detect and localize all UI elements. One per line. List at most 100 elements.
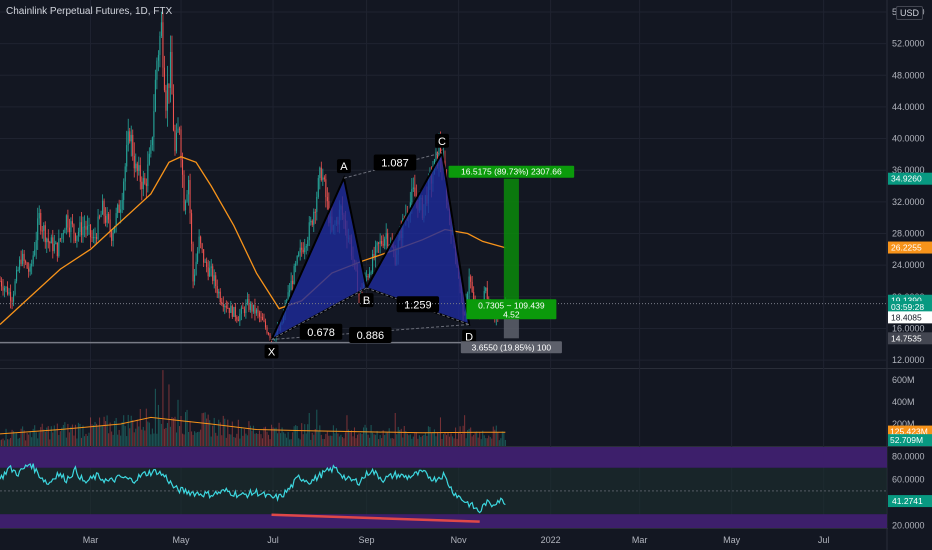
candle-body [94,237,96,239]
volume-bar [449,436,451,446]
volume-bar [185,412,187,446]
candle-body [148,153,150,165]
volume-bar [373,434,375,446]
volume-bar [254,433,256,446]
volume-bar [292,432,294,446]
candle-body [100,214,102,217]
candle-body [44,225,46,243]
volume-bar [76,438,78,446]
volume-bar [61,427,63,446]
volume-bar [201,413,203,446]
volume-bar [343,438,345,446]
volume-bar [148,422,150,446]
volume-bar [237,419,239,446]
candle-body [65,215,67,230]
volume-bar [156,433,158,446]
symbol-title[interactable]: Chainlink Perpetual Futures, 1D, FTX [6,6,172,17]
candle-body [228,307,230,313]
volume-bar [363,427,365,446]
candle-body [195,261,197,275]
chart-canvas[interactable]: MarMayJulSepNov2022MarMayJul56.000052.00… [0,0,932,550]
volume-bar [405,431,407,446]
candle-body [165,90,167,111]
volume-bar [402,437,404,446]
volume-bar [352,436,354,446]
volume-bar [198,431,200,446]
rsi-axis-label: 80.0000 [892,451,925,461]
candle-body [120,209,122,213]
candle-body [129,131,131,142]
volume-bar [495,425,497,446]
candle-body [201,243,203,250]
volume-bar [473,434,475,446]
candle-body [486,287,488,299]
candle-body [485,287,487,292]
candle-body [314,211,316,213]
candle-body [381,241,383,244]
candle-body [212,266,214,281]
volume-bar [34,425,36,446]
currency-label[interactable]: USD [896,6,924,20]
time-axis-label: May [173,535,191,545]
candle-body [41,230,43,232]
candle-body [126,145,128,167]
volume-axis-label: 400M [892,397,915,407]
target-label: 16.5175 (89.73%) 2307.66 [461,167,562,177]
volume-bar [25,440,27,446]
volume-bar [337,433,339,446]
volume-bar [394,413,396,446]
candle-body [468,276,470,294]
rsi-axis-label: 60.0000 [892,474,925,484]
time-axis-label: Jul [818,535,830,545]
volume-bar [452,436,454,446]
volume-bar [455,427,457,446]
candle-body [99,216,101,218]
volume-bar [239,438,241,446]
volume-bar [308,413,310,446]
volume-bar [370,424,372,446]
volume-bar [3,440,6,446]
volume-bar [88,432,90,446]
volume-bar [163,428,165,446]
candle-body [191,213,193,244]
volume-bar [471,436,473,446]
volume-bar [498,440,500,446]
candle-body [76,235,78,241]
volume-bar [341,437,343,446]
candle-body [227,307,229,309]
candle-body [111,231,113,241]
candle-body [105,215,107,223]
volume-bar [43,429,45,446]
candle-body [156,60,158,80]
volume-bar [19,437,21,446]
volume-bar [91,424,93,446]
volume-bar [438,433,440,446]
volume-bar [295,425,297,446]
candle-body [310,220,312,223]
volume-bar [213,417,215,446]
volume-axis-label: 600M [892,375,915,385]
volume-bar [62,424,64,446]
volume-bar [317,431,319,446]
profit-zone [503,178,519,307]
volume-bar [8,439,10,446]
volume-bar [462,425,464,446]
volume-bar [257,433,259,446]
candle-body [198,236,200,252]
volume-bar [102,425,104,446]
volume-bar [177,399,179,446]
candle-body [174,130,176,152]
candle-body [109,219,111,232]
volume-bar [118,430,120,446]
volume-bar [136,419,138,446]
candle-body [222,303,224,307]
volume-bar [278,422,280,446]
volume-bar [55,429,57,446]
candle-body [17,269,19,271]
candle-body [323,177,325,180]
volume-bar [219,422,221,446]
candle-body [154,79,156,112]
volume-bar [215,432,217,446]
volume-bar [186,409,188,446]
candle-body [385,233,387,239]
